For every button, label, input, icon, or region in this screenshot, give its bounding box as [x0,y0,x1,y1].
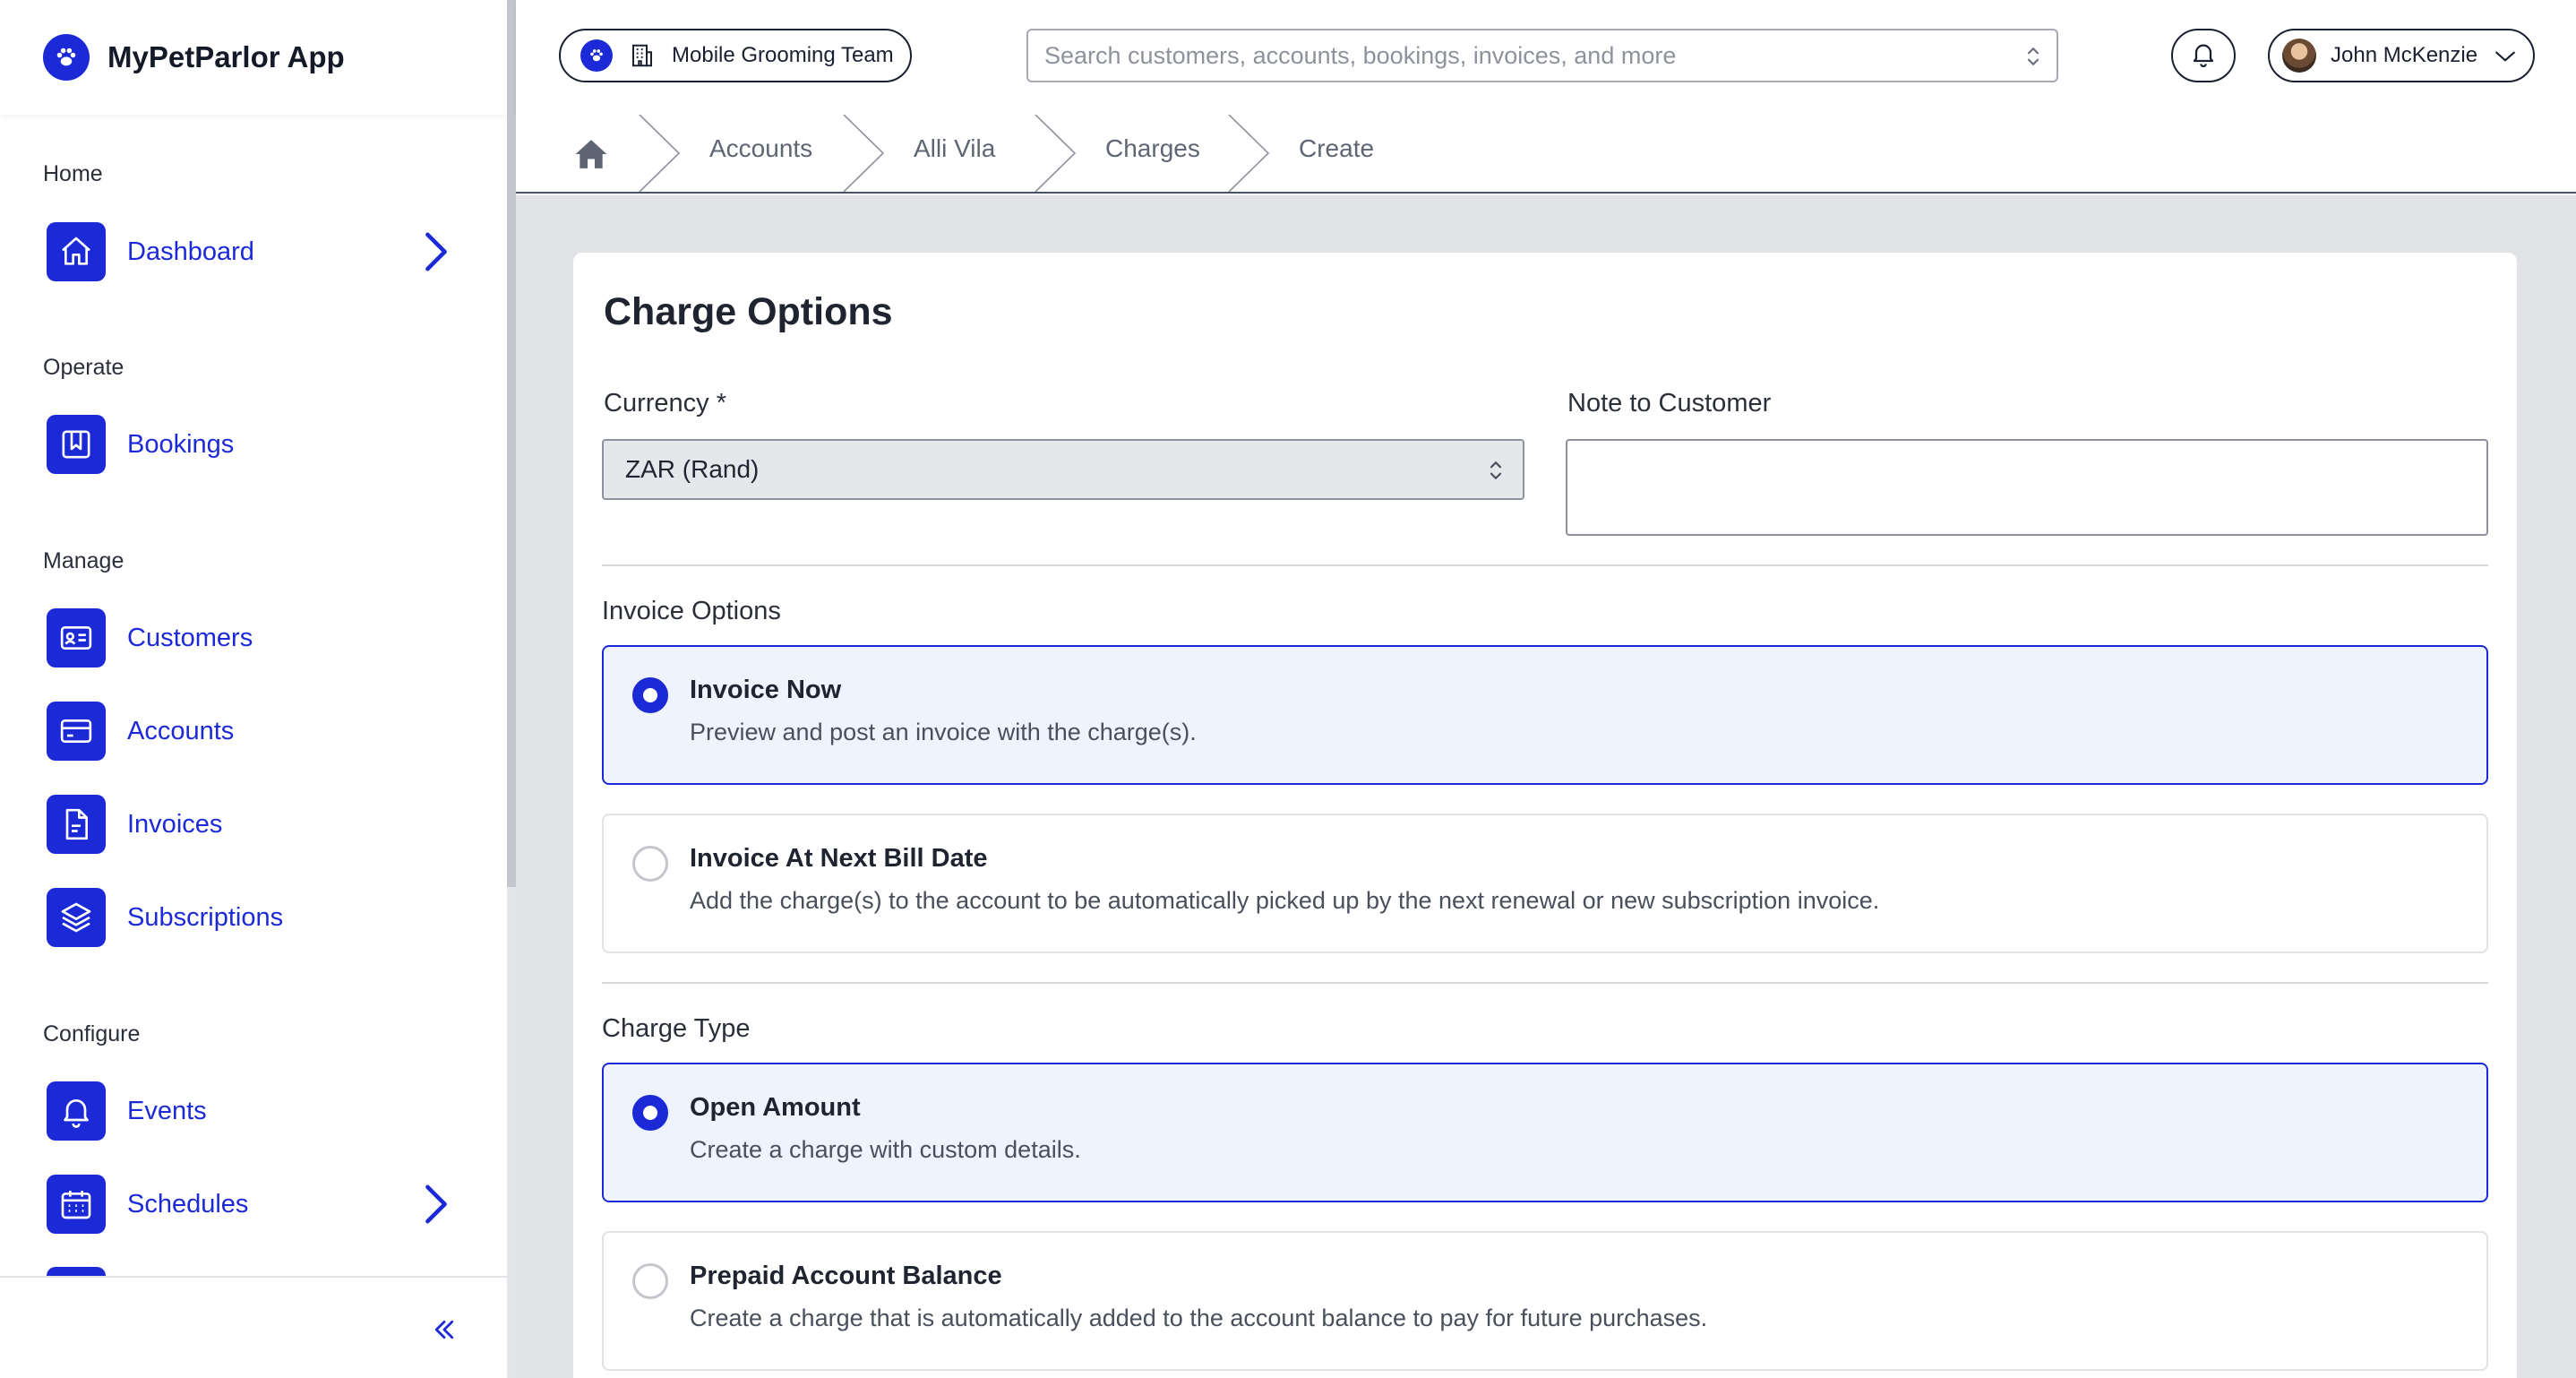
layers-icon [47,888,106,947]
team-label: Mobile Grooming Team [672,43,894,67]
currency-label: Currency * [604,389,726,418]
calendar-icon [47,1175,106,1234]
breadcrumb-separator [639,115,681,192]
sidebar-item-subscriptions[interactable]: Subscriptions [47,888,459,947]
nav-section-configure: Configure [43,1021,141,1046]
option-prepaid-account-balance[interactable]: Prepaid Account Balance Create a charge … [602,1231,2488,1371]
sidebar-item-partial [47,1267,106,1276]
option-invoice-now[interactable]: Invoice Now Preview and post an invoice … [602,645,2488,785]
option-invoice-at-next-bill-date[interactable]: Invoice At Next Bill Date Add the charge… [602,814,2488,953]
user-menu-button[interactable]: John McKenzie [2268,29,2535,82]
option-description: Preview and post an invoice with the cha… [690,719,1197,745]
sidebar-item-label: Subscriptions [127,902,284,932]
nav-section-home: Home [43,161,103,186]
main-content: Charge Options Currency * ZAR (Rand) Not… [516,195,2576,1378]
breadcrumb: Accounts Alli Vila Charges Create [516,115,2576,194]
divider [602,982,2488,984]
id-card-icon [47,608,106,667]
sidebar-scrollbar[interactable] [507,0,516,887]
home-icon [47,222,106,281]
chevron-up-down-icon [2026,43,2040,74]
option-open-amount[interactable]: Open Amount Create a charge with custom … [602,1063,2488,1202]
radio-invoice-now[interactable] [632,677,668,713]
option-description: Create a charge that is automatically ad… [690,1305,1708,1331]
nav-section-manage: Manage [43,548,125,573]
option-title: Prepaid Account Balance [690,1262,1002,1290]
sidebar-item-label: Dashboard [127,237,254,266]
chevron-up-down-icon [1489,457,1503,488]
sidebar-item-label: Accounts [127,716,235,745]
sidebar-item-dashboard[interactable]: Dashboard [47,222,459,281]
radio-invoice-next-bill-date[interactable] [632,846,668,882]
breadcrumb-item-customer[interactable]: Alli Vila [914,134,995,163]
radio-prepaid-account-balance[interactable] [632,1263,668,1299]
chevron-right-icon[interactable] [414,229,459,274]
sidebar-item-events[interactable]: Events [47,1081,459,1141]
topbar: Mobile Grooming Team John McKenzie [516,0,2576,115]
sidebar-item-customers[interactable]: Customers [47,608,459,667]
brand[interactable]: MyPetParlor App [0,0,507,115]
sidebar: MyPetParlor App Home Dashboard Operate B… [0,0,516,1378]
search-input[interactable] [1044,41,1994,70]
sidebar-divider [507,887,516,1378]
double-chevron-left-icon[interactable] [417,1308,471,1351]
sidebar-item-label: Events [127,1096,207,1125]
breadcrumb-item-accounts[interactable]: Accounts [709,134,812,163]
sidebar-item-bookings[interactable]: Bookings [47,415,459,474]
breadcrumb-separator [1228,115,1270,192]
divider [602,564,2488,566]
radio-open-amount[interactable] [632,1095,668,1131]
user-name: John McKenzie [2331,43,2478,67]
avatar [2282,39,2316,73]
building-icon [629,41,656,70]
sidebar-item-label: Customers [127,623,253,652]
chevron-right-icon[interactable] [414,1182,459,1227]
nav-section-operate: Operate [43,355,125,380]
breadcrumb-separator [843,115,885,192]
paw-icon [43,34,90,81]
sidebar-item-label: Schedules [127,1189,249,1219]
option-description: Create a charge with custom details. [690,1136,1081,1163]
team-switcher-button[interactable]: Mobile Grooming Team [559,29,912,82]
note-label: Note to Customer [1567,389,1772,418]
option-title: Invoice Now [690,676,842,704]
bell-icon [2189,39,2218,73]
global-search[interactable] [1026,29,2058,82]
app-name: MyPetParlor App [107,40,345,73]
currency-select[interactable]: ZAR (Rand) [602,439,1524,500]
document-icon [47,795,106,854]
page-title: Charge Options [604,290,893,333]
breadcrumb-item-create: Create [1299,134,1375,162]
sidebar-footer [0,1276,507,1378]
option-title: Open Amount [690,1093,861,1122]
home-icon[interactable] [573,136,609,172]
sidebar-item-invoices[interactable]: Invoices [47,795,459,854]
charge-options-card: Charge Options Currency * ZAR (Rand) Not… [573,253,2517,1378]
notifications-button[interactable] [2171,29,2236,82]
option-title: Invoice At Next Bill Date [690,844,988,873]
credit-card-icon [47,702,106,761]
sidebar-item-label: Bookings [127,429,235,459]
breadcrumb-item-charges[interactable]: Charges [1105,134,1200,163]
currency-value: ZAR (Rand) [625,455,760,483]
note-to-customer-field[interactable] [1566,439,2488,536]
charge-type-label: Charge Type [602,1014,751,1043]
sidebar-item-schedules[interactable]: Schedules [47,1175,459,1234]
option-description: Add the charge(s) to the account to be a… [690,887,1880,914]
paw-icon [580,39,613,72]
bookmark-icon [47,415,106,474]
chevron-down-icon [2494,47,2517,71]
sidebar-item-label: Invoices [127,809,223,839]
sidebar-item-accounts[interactable]: Accounts [47,702,459,761]
invoice-options-label: Invoice Options [602,597,781,625]
bell-icon [47,1081,106,1141]
breadcrumb-separator [1035,115,1077,192]
